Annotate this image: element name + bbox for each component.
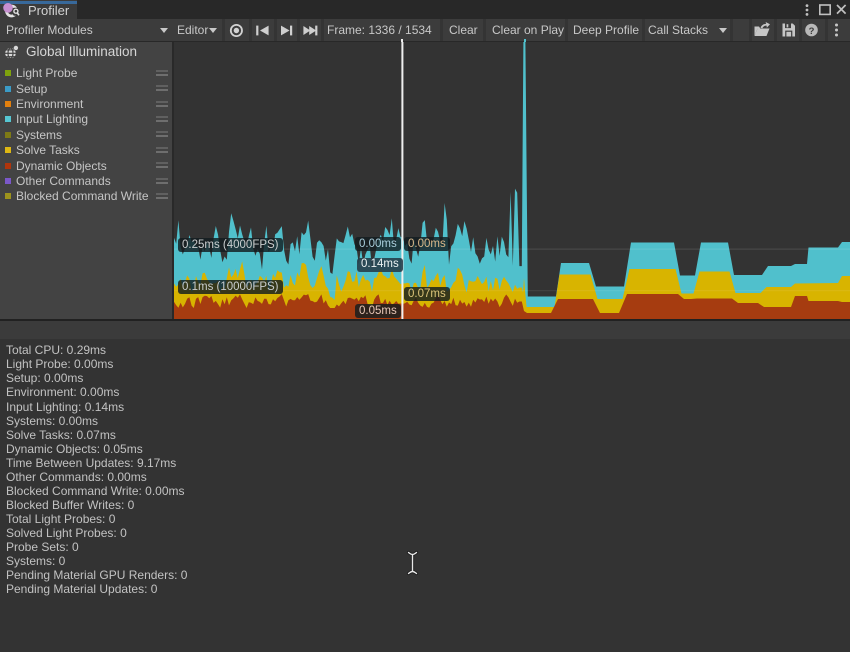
svg-text:?: ?	[809, 26, 815, 37]
